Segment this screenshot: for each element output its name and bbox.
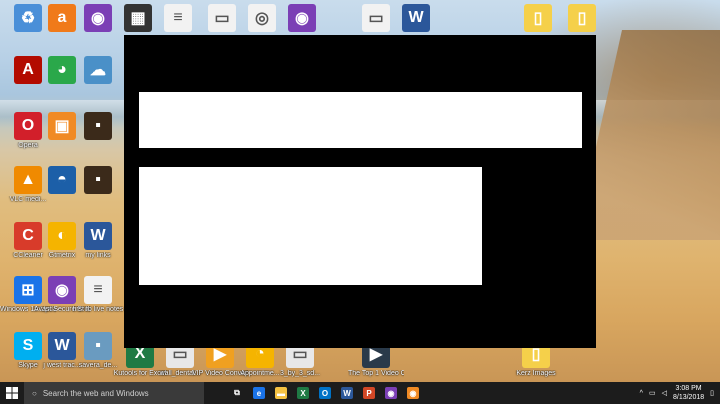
word-button[interactable]: W (336, 382, 358, 404)
clock-time: 3:08 PM (675, 385, 702, 392)
taskbar: ○ Search the web and Windows ⧉ e ▬ X O W P ◉ ◉ ^… (0, 382, 720, 404)
desktop-icon-glyph: ◎ (248, 4, 276, 32)
desktop: ♻ a ◉ ▦ ≡ ▭ ◎ ◉ ▭ W ▯ ▯ A ◕ ☁ O Opera ▣ ▪ ▲ VLC medi... ◓ ▪ C CC… (0, 0, 720, 382)
outlook-button[interactable]: O (314, 382, 336, 404)
desktop-icon-glyph: ≡ (164, 4, 192, 32)
notifications-icon[interactable]: ▯ (710, 389, 714, 397)
desktop-icon-glyph: ▯ (568, 4, 596, 32)
avast-browser-icon: ◉ (385, 387, 397, 399)
clock-date: 8/13/2018 (672, 394, 705, 401)
desktop-icon-label: 3_by_3_sd... (279, 370, 321, 377)
file-explorer-button[interactable]: ▬ (270, 382, 292, 404)
start-button[interactable] (0, 382, 24, 404)
recorder-icon: ◉ (407, 387, 419, 399)
windows-logo-icon (6, 387, 18, 399)
white-panel-bottom (139, 167, 482, 285)
desktop-icon-glyph: ◉ (84, 4, 112, 32)
powerpoint-icon: P (363, 387, 375, 399)
excel-button[interactable]: X (292, 382, 314, 404)
desktop-icon[interactable]: ☁ (70, 54, 126, 118)
black-app-window[interactable] (124, 35, 596, 348)
desktop-icon-glyph: ☁ (84, 56, 112, 84)
desktop-icon-glyph: ▪ (84, 112, 112, 140)
white-panel-top (139, 92, 582, 148)
powerpoint-button[interactable]: P (358, 382, 380, 404)
desktop-icon-glyph: ▭ (208, 4, 236, 32)
desktop-icon-glyph: ▭ (362, 4, 390, 32)
pinned-apps: ⧉ e ▬ X O W P ◉ ◉ (226, 382, 424, 404)
clock[interactable]: 3:08 PM 8/13/2018 (673, 384, 704, 402)
avast-browser-button[interactable]: ◉ (380, 382, 402, 404)
desktop-icon-glyph: W (84, 222, 112, 250)
taskbar-search-box[interactable]: ○ Search the web and Windows (24, 382, 204, 404)
outlook-icon: O (319, 387, 331, 399)
system-tray: ^ ▭ ◁ 3:08 PM 8/13/2018 ▯ (640, 382, 714, 404)
chevron-up-icon[interactable]: ^ (640, 390, 643, 397)
edge-button[interactable]: e (248, 382, 270, 404)
desktop-icon-glyph: ≡ (84, 276, 112, 304)
word-icon: W (341, 387, 353, 399)
desktop-icon-label: first fb live notes (72, 306, 124, 313)
excel-icon: X (297, 387, 309, 399)
desktop-icon-label: Kerz Images (516, 370, 556, 377)
desktop-icon-glyph: ◉ (288, 4, 316, 32)
task-view-button[interactable]: ⧉ (226, 382, 248, 404)
desktop-icon-glyph: ▦ (124, 4, 152, 32)
desktop-icon-glyph: ▯ (524, 4, 552, 32)
desktop-icon-glyph: ▪ (84, 332, 112, 360)
desktop-icon[interactable]: ▪ (70, 164, 126, 228)
task-view-icon: ⧉ (234, 388, 240, 397)
recorder-button[interactable]: ◉ (402, 382, 424, 404)
desktop-icon[interactable]: ≡ first fb live notes (70, 274, 126, 338)
desktop-icon-label: my links (85, 252, 111, 259)
edge-icon: e (253, 387, 265, 399)
search-icon: ○ (32, 388, 37, 398)
desktop-icon-glyph: ▪ (84, 166, 112, 194)
desktop-icon-label: The Top 1 Video C... (348, 370, 404, 377)
volume-icon[interactable]: ◁ (662, 389, 667, 397)
file-explorer-icon: ▬ (275, 387, 287, 399)
network-icon[interactable]: ▭ (649, 389, 656, 397)
search-placeholder: Search the web and Windows (42, 388, 149, 398)
desktop-icon-glyph: W (402, 4, 430, 32)
